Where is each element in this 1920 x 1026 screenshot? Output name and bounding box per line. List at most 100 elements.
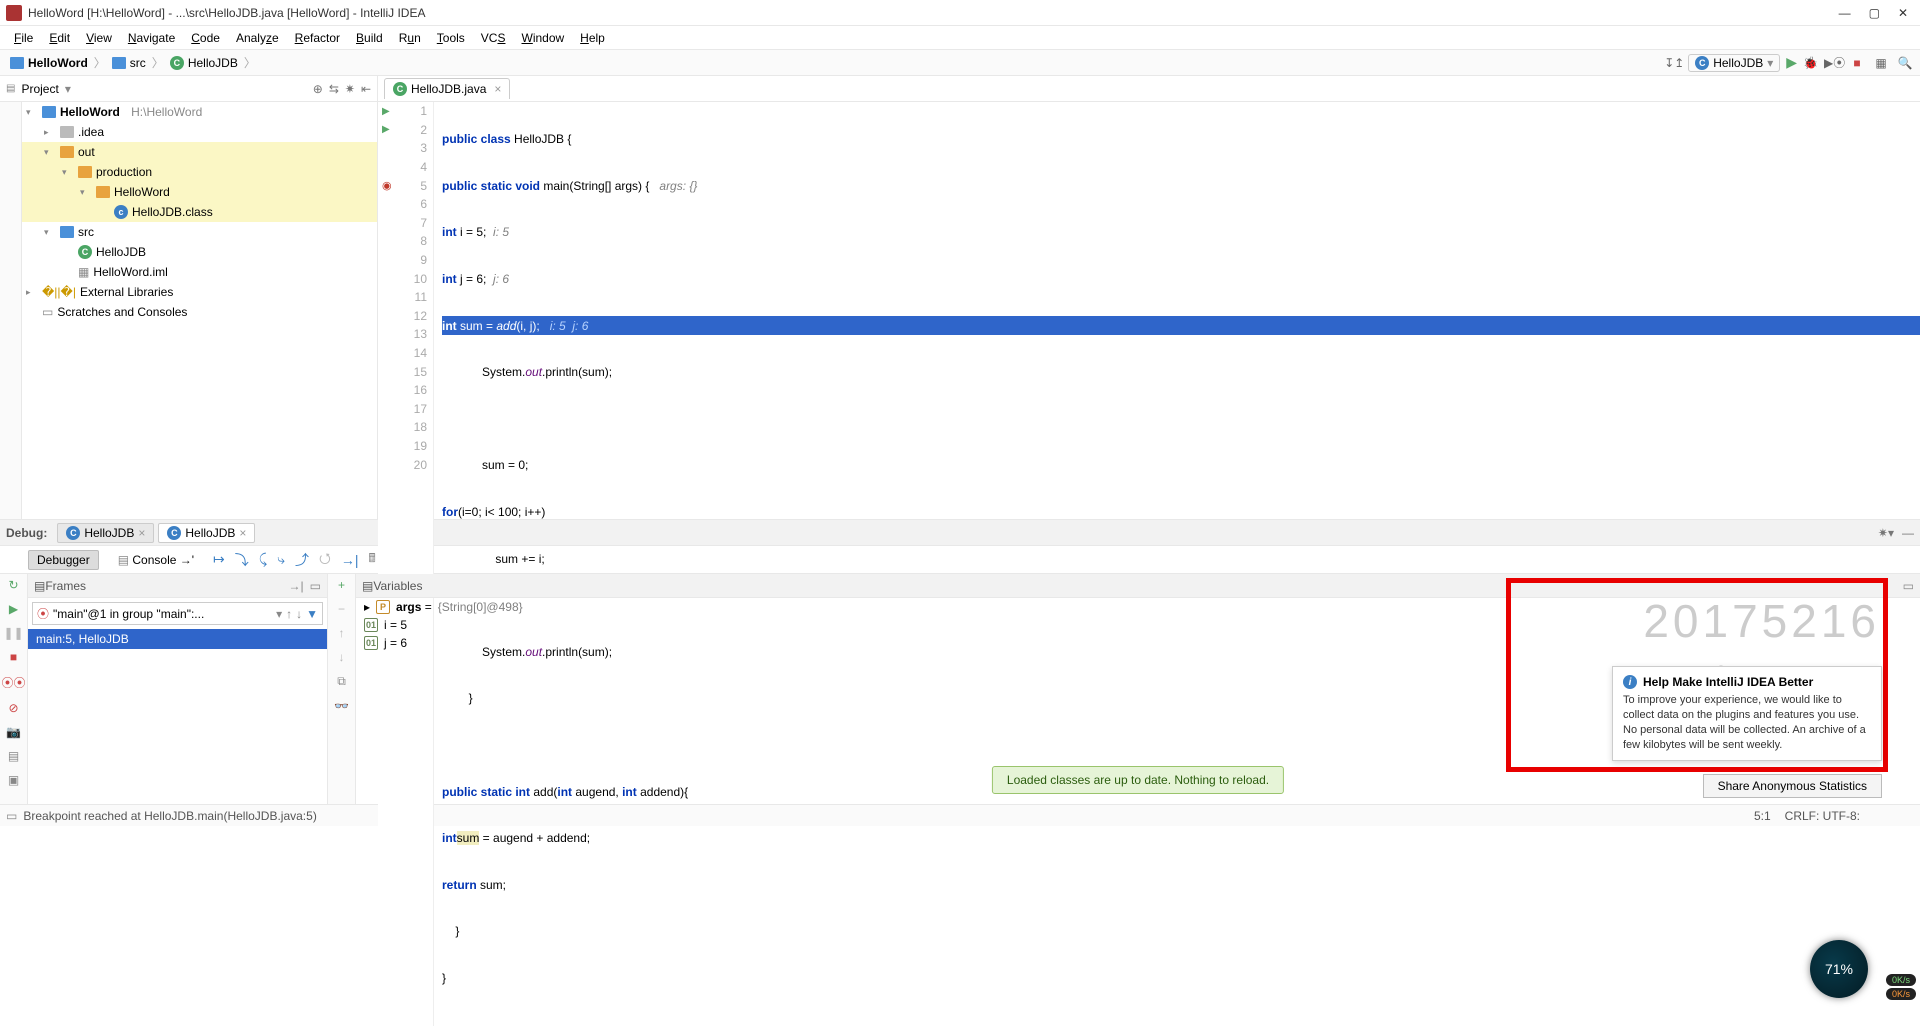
settings-icon[interactable]: ▤	[8, 749, 19, 763]
search-icon[interactable]: 🔍	[1896, 56, 1914, 70]
menu-refactor[interactable]: Refactor	[289, 29, 346, 47]
variable-row[interactable]: 01j = 6	[356, 634, 1920, 652]
settings-icon[interactable]: ✷	[345, 82, 355, 96]
filter-icon[interactable]: ▼	[306, 607, 318, 621]
pin-icon[interactable]: ▣	[8, 773, 19, 787]
run-config-selector[interactable]: CHelloJDB▾	[1688, 54, 1780, 72]
editor-tab[interactable]: CHelloJDB.java×	[384, 78, 510, 99]
scroll-from-source-icon[interactable]: ⊕	[313, 82, 323, 96]
class-icon: C	[393, 82, 407, 96]
net-down: 0K/s	[1886, 988, 1916, 1000]
thread-selector[interactable]: ⦿"main"@1 in group "main":...▾↑↓▼	[32, 602, 323, 625]
class-icon: C	[170, 56, 184, 70]
run-to-cursor-icon[interactable]: →|	[341, 552, 359, 568]
menu-vcs[interactable]: VCS	[475, 29, 512, 47]
debug-session-tab[interactable]: CHelloJDB×	[57, 523, 154, 543]
variables-panel: ▤ Variables▭ ▸Pargs = {String[0]@498} 01…	[356, 574, 1920, 804]
rerun-icon[interactable]: ↻	[8, 578, 18, 592]
menu-analyze[interactable]: Analyze	[230, 29, 285, 47]
menu-file[interactable]: File	[8, 29, 39, 47]
folder-icon	[60, 126, 74, 138]
new-watch-icon[interactable]: +	[338, 578, 345, 592]
hide-icon[interactable]: ⇤	[361, 82, 371, 96]
force-step-into-icon[interactable]: ⤷	[277, 551, 285, 568]
coverage-button[interactable]: ▶⦿	[1824, 54, 1842, 71]
debug-session-tab-active[interactable]: CHelloJDB×	[158, 523, 255, 543]
copy-icon[interactable]: ⧉	[337, 674, 346, 689]
class-icon: C	[78, 245, 92, 259]
menu-build[interactable]: Build	[350, 29, 389, 47]
debug-side-toolbar: ↻ ▶ ❚❚ ■ ⦿⦿ ⊘ 📷 ▤ ▣	[0, 574, 28, 804]
folder-icon	[78, 166, 92, 178]
menu-tools[interactable]: Tools	[431, 29, 471, 47]
stop-button[interactable]: ■	[1848, 56, 1866, 70]
variable-row[interactable]: ▸Pargs = {String[0]@498}	[356, 598, 1920, 616]
run-gutter-icon[interactable]: ▶	[382, 124, 390, 135]
notification-popup: iHelp Make IntelliJ IDEA Better To impro…	[1612, 666, 1882, 761]
breadcrumb-root[interactable]: HelloWord	[6, 56, 92, 70]
window-title: HelloWord [H:\HelloWord] - ...\src\Hello…	[28, 6, 1839, 20]
breakpoints-icon[interactable]: ⦿⦿	[1, 674, 25, 691]
show-execution-point-icon[interactable]: ↦	[213, 551, 225, 568]
variable-row[interactable]: 01i = 5	[356, 616, 1920, 634]
menu-navigate[interactable]: Navigate	[122, 29, 181, 47]
show-watches-icon[interactable]: 👓	[334, 699, 349, 713]
config-icon: C	[1695, 56, 1709, 70]
sync-icon[interactable]: ↧↥	[1664, 56, 1682, 70]
stop-icon[interactable]: ■	[10, 650, 17, 664]
drop-frame-icon: ⭯	[319, 548, 331, 572]
mute-bp-icon[interactable]: ⊘	[8, 701, 18, 715]
step-over-icon[interactable]: ⤵	[235, 550, 249, 570]
debugger-tab[interactable]: Debugger	[28, 550, 99, 570]
breadcrumb-src[interactable]: src	[108, 56, 150, 70]
prev-frame-icon[interactable]: →|	[289, 579, 304, 593]
folder-icon	[60, 146, 74, 158]
breadcrumb-file[interactable]: CHelloJDB	[166, 56, 242, 70]
breakpoint-hit-icon[interactable]: ◉	[382, 179, 392, 192]
run-gutter-icon[interactable]: ▶	[382, 106, 390, 117]
app-icon	[6, 5, 22, 21]
restore-icon[interactable]: ▭	[1903, 579, 1914, 593]
system-gauge: 71%	[1810, 940, 1868, 998]
code-area[interactable]: public class HelloJDB { public static vo…	[434, 102, 1920, 1026]
menu-view[interactable]: View	[80, 29, 118, 47]
frame-item[interactable]: main:5, HelloJDB	[28, 629, 327, 649]
nav-bar: HelloWord 〉 src 〉 CHelloJDB 〉 ↧↥ CHelloJ…	[0, 50, 1920, 76]
close-button[interactable]: ✕	[1898, 6, 1908, 20]
resume-icon[interactable]: ▶	[9, 602, 18, 616]
left-gutter	[0, 102, 22, 519]
status-message: Breakpoint reached at HelloJDB.main(Hell…	[23, 809, 316, 823]
menu-edit[interactable]: Edit	[43, 29, 76, 47]
editor-gutter[interactable]: ▶1 ▶2 3 4 ◉5 6 7 8 9 10 11 12 13 14 15 1…	[378, 102, 434, 1026]
console-tab[interactable]: ▤ Console →'	[109, 550, 203, 570]
pause-icon: ❚❚	[3, 626, 23, 640]
src-folder-icon	[60, 226, 74, 238]
net-up: 0K/s	[1886, 974, 1916, 986]
dump-icon[interactable]: 📷	[6, 725, 21, 739]
debug-button[interactable]: 🐞	[1803, 56, 1818, 70]
reload-toast: Loaded classes are up to date. Nothing t…	[992, 766, 1284, 794]
project-tool-header[interactable]: ▤ Project▾ ⊕ ⇆ ✷ ⇤	[0, 76, 378, 102]
menu-run[interactable]: Run	[393, 29, 427, 47]
evaluate-icon[interactable]: 🖩	[368, 549, 375, 570]
folder-icon	[112, 57, 126, 69]
menu-code[interactable]: Code	[185, 29, 226, 47]
project-tree[interactable]: ▾HelloWord H:\HelloWord ▸.idea ▾out ▾pro…	[22, 102, 378, 519]
menu-window[interactable]: Window	[515, 29, 570, 47]
collapse-all-icon[interactable]: ⇆	[329, 82, 339, 96]
config-icon: C	[66, 526, 80, 540]
minimize-button[interactable]: —	[1839, 6, 1851, 20]
variables-side-toolbar: + − ↑ ↓ ⧉ 👓	[328, 574, 356, 804]
config-icon: C	[167, 526, 181, 540]
layout-icon[interactable]: ▦	[1872, 56, 1890, 70]
maximize-button[interactable]: ▢	[1869, 6, 1880, 20]
class-file-icon: c	[114, 205, 128, 219]
editor[interactable]: ▶1 ▶2 3 4 ◉5 6 7 8 9 10 11 12 13 14 15 1…	[378, 102, 1920, 519]
close-tab-icon[interactable]: ×	[494, 82, 501, 96]
menu-help[interactable]: Help	[574, 29, 611, 47]
run-button[interactable]: ▶	[1786, 54, 1797, 71]
share-statistics-button[interactable]: Share Anonymous Statistics	[1703, 774, 1882, 798]
restore-icon[interactable]: ▭	[310, 579, 321, 593]
step-out-icon[interactable]: ⤴	[295, 550, 309, 570]
step-into-icon[interactable]: ⤹	[259, 551, 267, 568]
